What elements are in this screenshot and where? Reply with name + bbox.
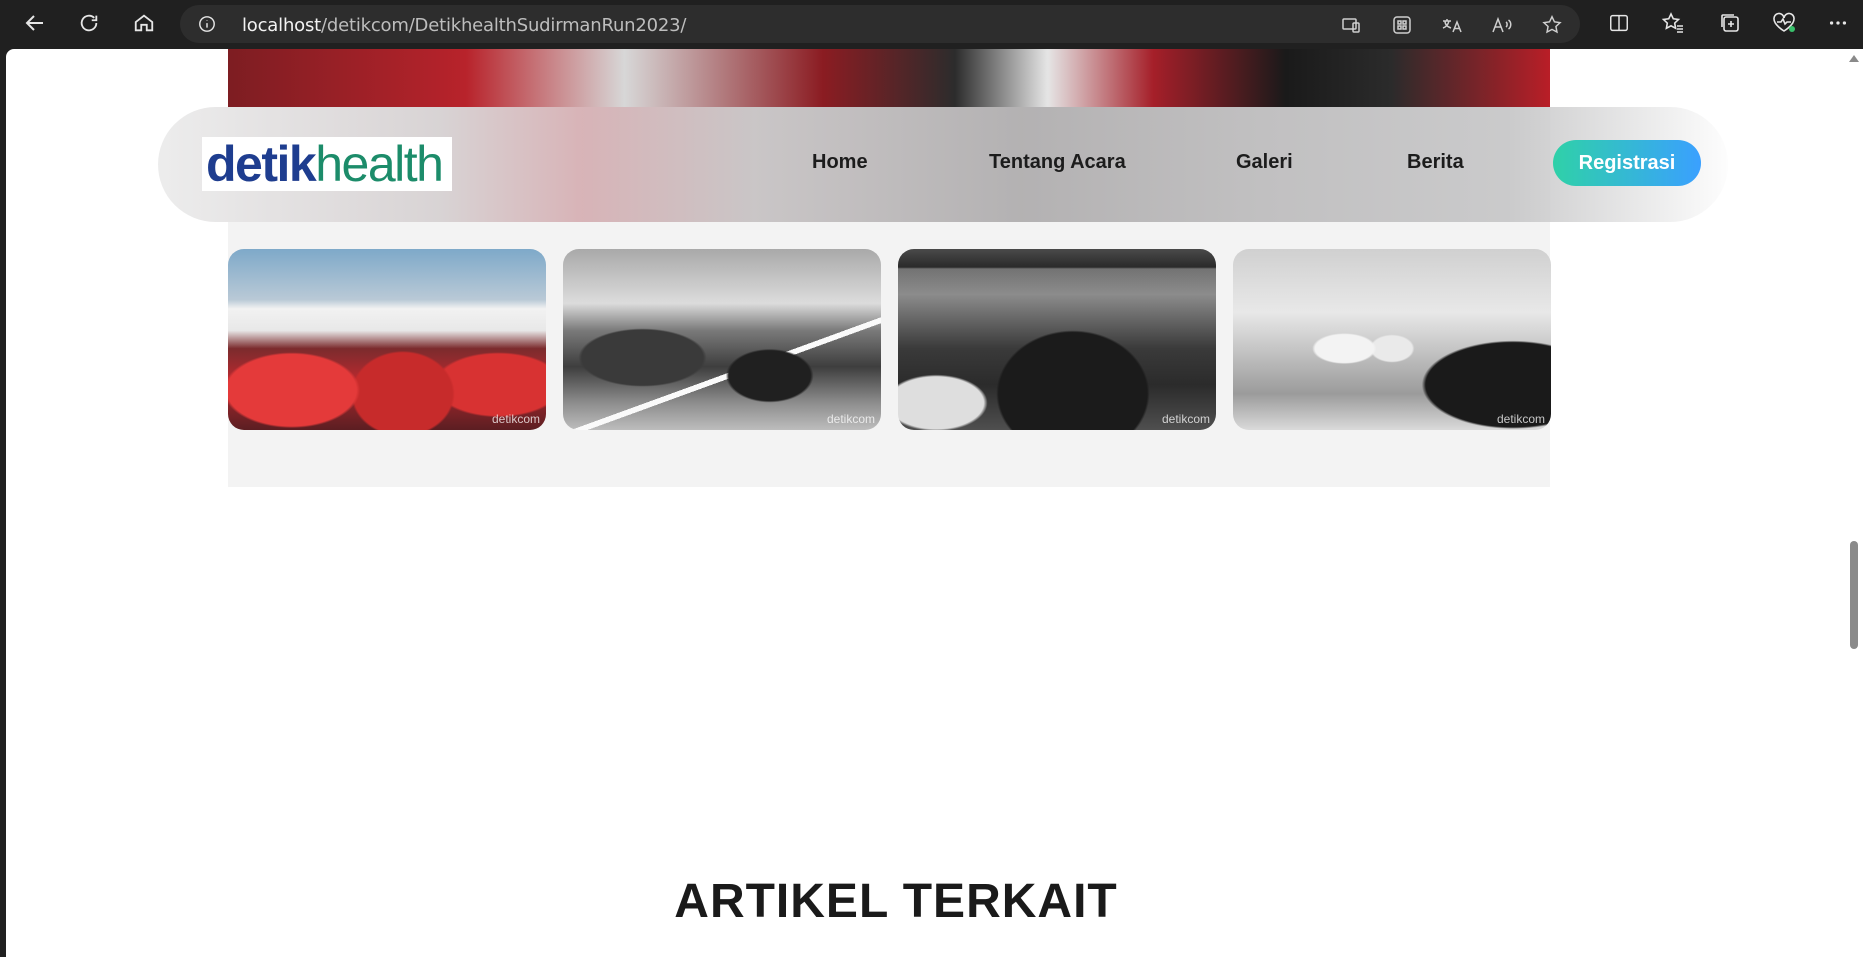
home-icon <box>134 14 154 32</box>
home-button[interactable] <box>127 6 161 40</box>
info-icon[interactable] <box>198 15 216 33</box>
address-bar[interactable]: localhost/detikcom/DetikhealthSudirmanRu… <box>180 5 1580 43</box>
url-text[interactable]: localhost/detikcom/DetikhealthSudirmanRu… <box>242 15 686 36</box>
site-logo[interactable]: detik health <box>202 137 452 191</box>
apps-icon[interactable] <box>1391 14 1413 36</box>
section-title: ARTIKEL TERKAIT <box>674 875 1118 928</box>
translate-icon[interactable] <box>1441 14 1463 36</box>
page-scrollbar[interactable] <box>1845 49 1863 957</box>
register-button[interactable]: Registrasi <box>1553 140 1701 186</box>
split-screen-icon[interactable] <box>1605 9 1633 37</box>
health-icon[interactable] <box>1770 9 1798 37</box>
watermark: detikcom <box>1496 412 1545 426</box>
watermark: detikcom <box>1161 412 1210 426</box>
gallery-photo-1[interactable]: detikcom <box>228 249 546 430</box>
more-icon[interactable] <box>1824 9 1852 37</box>
gallery-photo-4[interactable]: detikcom <box>1233 249 1551 430</box>
back-button[interactable] <box>18 6 52 40</box>
nav-link-berita[interactable]: Berita <box>1407 151 1464 174</box>
page-viewport: detikcom detikcom detikcom detikcom deti… <box>6 49 1845 957</box>
favorites-icon[interactable] <box>1659 9 1687 37</box>
browser-toolbar: localhost/detikcom/DetikhealthSudirmanRu… <box>0 0 1863 48</box>
watermark: detikcom <box>491 412 540 426</box>
gallery-photo-3[interactable]: detikcom <box>898 249 1216 430</box>
scroll-up-icon[interactable] <box>1849 55 1859 62</box>
cast-icon[interactable] <box>1340 14 1362 36</box>
nav-link-galeri[interactable]: Galeri <box>1236 151 1293 174</box>
back-icon <box>25 15 43 31</box>
site-navbar: detik health Home Tentang Acara Galeri Be… <box>158 107 1728 222</box>
favorite-star-icon[interactable] <box>1541 14 1563 36</box>
refresh-icon <box>80 14 98 32</box>
read-aloud-icon[interactable] <box>1491 14 1513 36</box>
scrollbar-thumb[interactable] <box>1850 541 1858 649</box>
refresh-button[interactable] <box>72 6 106 40</box>
collections-icon[interactable] <box>1716 9 1744 37</box>
hero-image <box>228 49 1550 107</box>
watermark: detikcom <box>826 412 875 426</box>
nav-link-tentang-acara[interactable]: Tentang Acara <box>989 151 1126 174</box>
gallery-photo-2[interactable]: detikcom <box>563 249 881 430</box>
nav-link-home[interactable]: Home <box>812 151 868 174</box>
